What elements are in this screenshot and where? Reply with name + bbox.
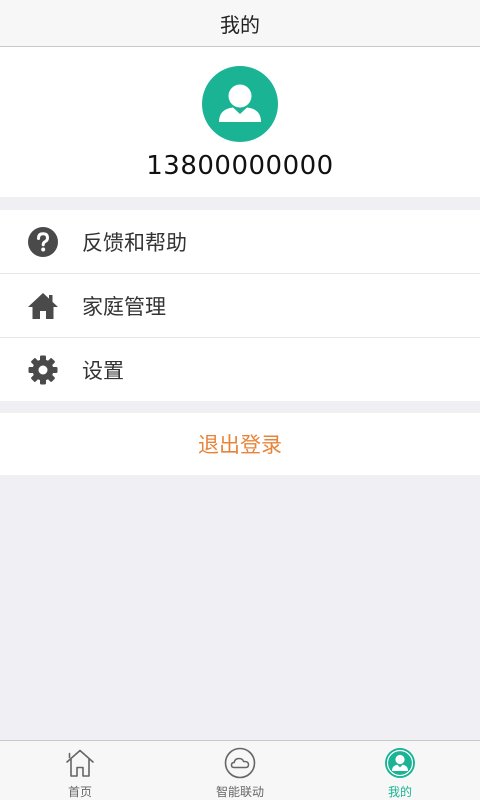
tab-smart-linkage[interactable]: 智能联动 (160, 741, 320, 800)
tab-home[interactable]: 首页 (0, 741, 160, 800)
tab-label: 我的 (387, 785, 412, 799)
page-title: 我的 (220, 12, 260, 37)
menu-item-label: 家庭管理 (82, 294, 166, 319)
menu-item-label: 设置 (82, 358, 124, 383)
tab-mine[interactable]: 我的 (320, 741, 480, 800)
home-outline-icon (64, 747, 96, 779)
menu-list: 反馈和帮助 家庭管理 设置 (0, 210, 480, 401)
home-icon (26, 289, 60, 323)
menu-item-family-management[interactable]: 家庭管理 (0, 274, 480, 338)
user-avatar-icon (219, 84, 261, 122)
app-header: 我的 (0, 0, 480, 47)
question-circle-icon (26, 225, 60, 259)
tab-label: 智能联动 (215, 785, 264, 799)
avatar[interactable] (202, 66, 278, 142)
logout-label: 退出登录 (198, 433, 282, 457)
menu-item-feedback-help[interactable]: 反馈和帮助 (0, 210, 480, 274)
logout-button[interactable]: 退出登录 (0, 413, 480, 475)
menu-item-settings[interactable]: 设置 (0, 338, 480, 401)
bottom-tab-bar: 首页 智能联动 我的 (0, 740, 480, 800)
user-circle-icon (384, 747, 416, 779)
tab-label: 首页 (67, 785, 92, 799)
gear-icon (26, 353, 60, 387)
profile-card: 13800000000 (0, 47, 480, 197)
phone-number: 13800000000 (146, 151, 334, 181)
cloud-circle-icon (224, 747, 256, 779)
menu-item-label: 反馈和帮助 (82, 230, 187, 255)
